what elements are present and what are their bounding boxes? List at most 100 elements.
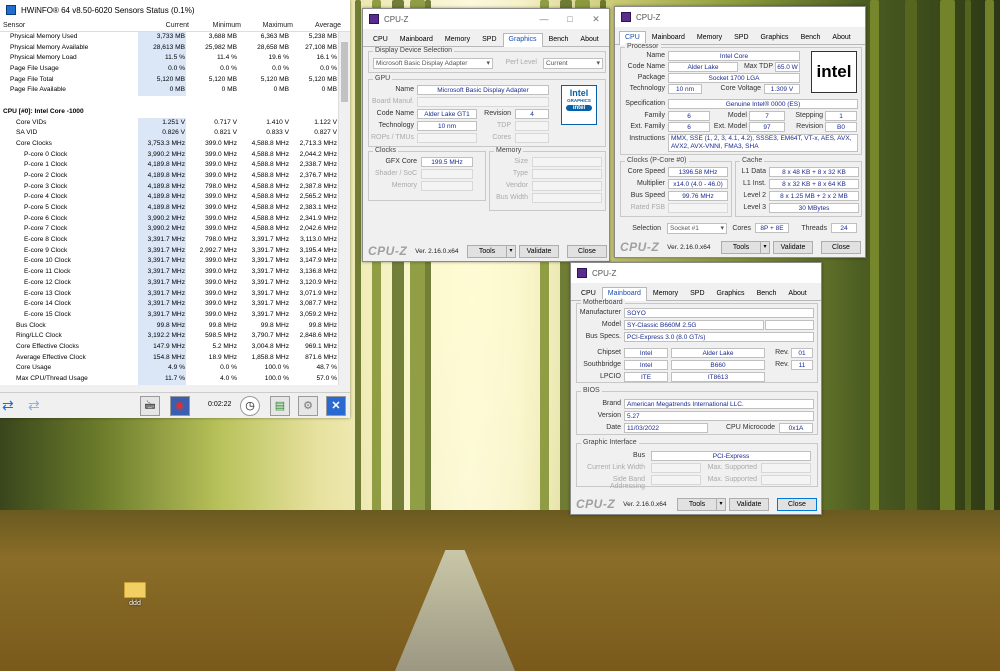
table-row[interactable] <box>0 96 338 107</box>
table-row[interactable]: E-core 13 Clock 3,391.7 MHz 399.0 MHz 3,391… <box>0 288 338 300</box>
hwinfo-scrollbar[interactable] <box>338 32 350 385</box>
close-button[interactable]: Close <box>821 241 861 254</box>
close-icon[interactable]: ✕ <box>583 14 609 25</box>
table-row[interactable]: E-core 10 Clock 3,391.7 MHz 399.0 MHz 3,391… <box>0 256 338 268</box>
table-row[interactable]: P-core 0 Clock 3,990.2 MHz 399.0 MHz 4,588.… <box>0 149 338 161</box>
table-row[interactable]: Physical Memory Used 3,733 MB 3,688 MB 6,36… <box>0 32 338 43</box>
maximize-icon[interactable]: □ <box>557 14 583 25</box>
hwinfo-titlebar[interactable]: HWiNFO® 64 v8.50-6020 Sensors Status (0.… <box>0 0 350 20</box>
table-row[interactable]: Page File Total 5,120 MB 5,120 MB 5,120 MB 5… <box>0 74 338 86</box>
current-link-width-value <box>651 463 701 473</box>
table-row[interactable]: Core VIDs 1.251 V 0.717 V 1.410 V 1.122 V <box>0 117 338 129</box>
table-row[interactable]: Max CPU/Thread Usage 11.7 % 4.0 % 100.0 % 57… <box>0 374 338 385</box>
tab-cpu[interactable]: CPU <box>367 33 394 46</box>
tab-spd[interactable]: SPD <box>476 33 502 46</box>
sensor-name: E-core 8 Clock <box>24 236 68 244</box>
table-row[interactable]: Bus Clock 99.8 MHz 99.8 MHz 99.8 MHz 99.8 MH… <box>0 320 338 332</box>
tools-button[interactable]: Tools <box>721 241 761 254</box>
tab-memory[interactable]: Memory <box>439 33 476 46</box>
table-row[interactable]: Core Usage 4.9 % 0.0 % 100.0 % 48.7 % <box>0 363 338 375</box>
sensor-name: Core Usage <box>16 364 52 372</box>
table-row[interactable]: Average Effective Clock 154.8 MHz 18.9 MHz… <box>0 352 338 364</box>
tab-spd[interactable]: SPD <box>684 287 710 300</box>
table-row[interactable]: E-core 12 Clock 3,391.7 MHz 399.0 MHz 3,391… <box>0 277 338 289</box>
hwinfo-sensor-list[interactable]: Physical Memory Used 3,733 MB 3,688 MB 6,36… <box>0 32 338 385</box>
sensor-name: Physical Memory Load <box>10 54 77 62</box>
report-icon[interactable]: ▤ <box>270 396 290 416</box>
group-label: Processor <box>625 43 661 50</box>
table-row[interactable]: P-core 7 Clock 3,990.2 MHz 399.0 MHz 4,588.… <box>0 224 338 236</box>
table-row[interactable]: P-core 3 Clock 4,189.8 MHz 798.0 MHz 4,588.… <box>0 181 338 193</box>
validate-button[interactable]: Validate <box>729 498 769 511</box>
cpuz-mainboard-titlebar[interactable]: CPU-Z <box>571 263 821 283</box>
table-row[interactable]: E-core 14 Clock 3,391.7 MHz 399.0 MHz 3,391… <box>0 299 338 310</box>
scrollbar-thumb[interactable] <box>341 42 348 102</box>
column-sensor[interactable]: Sensor <box>3 20 141 32</box>
close-button[interactable]: Close <box>567 245 607 258</box>
tab-bench[interactable]: Bench <box>751 287 783 300</box>
table-row[interactable]: P-core 4 Clock 4,189.8 MHz 399.0 MHz 4,588.… <box>0 192 338 204</box>
tab-about[interactable]: About <box>574 33 604 46</box>
tab-bench[interactable]: Bench <box>795 31 827 44</box>
tab-graphics[interactable]: Graphics <box>755 31 795 44</box>
tools-dropdown[interactable]: ▾ <box>506 245 516 258</box>
tools-button[interactable]: Tools <box>467 245 507 258</box>
column-average[interactable]: Average <box>293 20 341 32</box>
tab-mainboard[interactable]: Mainboard <box>394 33 439 46</box>
tab-memory[interactable]: Memory <box>647 287 684 300</box>
table-row[interactable]: Core Effective Clocks 147.9 MHz 5.2 MHz 3,0… <box>0 341 338 353</box>
table-row[interactable]: Core Clocks 3,753.3 MHz 399.0 MHz 4,588.8 M… <box>0 138 338 150</box>
close-x-icon[interactable]: ✕ <box>326 396 346 416</box>
table-row[interactable]: P-core 6 Clock 3,990.2 MHz 399.0 MHz 4,588.… <box>0 213 338 225</box>
minimize-icon[interactable]: — <box>531 14 557 25</box>
tools-button[interactable]: Tools <box>677 498 717 511</box>
cpuz-cpu-titlebar[interactable]: CPU-Z <box>615 7 865 27</box>
chip-icon[interactable]: ◉ <box>170 396 190 416</box>
table-row[interactable]: P-core 2 Clock 4,189.8 MHz 399.0 MHz 4,588.… <box>0 170 338 182</box>
table-row[interactable]: Page File Usage 0.0 % 0.0 % 0.0 % 0.0 % <box>0 64 338 75</box>
table-row[interactable]: E-core 15 Clock 3,391.7 MHz 399.0 MHz 3,391… <box>0 309 338 321</box>
validate-button[interactable]: Validate <box>519 245 559 258</box>
sensor-value: 399.0 MHz <box>205 193 237 201</box>
validate-button[interactable]: Validate <box>773 241 813 254</box>
graphic-interface-group: Graphic Interface Bus PCI-Express Curren… <box>576 439 818 490</box>
table-row[interactable]: Physical Memory Available 28,613 MB 25,982… <box>0 42 338 54</box>
tab-about[interactable]: About <box>782 287 812 300</box>
table-row[interactable]: Ring/LLC Clock 3,192.2 MHz 598.5 MHz 3,790.… <box>0 331 338 342</box>
tab-bench[interactable]: Bench <box>543 33 575 46</box>
sensor-value: 5,120 MB <box>260 75 289 83</box>
column-minimum[interactable]: Minimum <box>189 20 241 32</box>
tools-dropdown[interactable]: ▾ <box>760 241 770 254</box>
sensor-value: 0.826 V <box>138 128 186 139</box>
tools-dropdown[interactable]: ▾ <box>716 498 726 511</box>
tab-spd[interactable]: SPD <box>728 31 754 44</box>
column-maximum[interactable]: Maximum <box>241 20 293 32</box>
table-row[interactable]: Page File Available 0 MB 0 MB 0 MB 0 MB <box>0 85 338 97</box>
socket-select[interactable]: Socket #1 <box>667 223 727 234</box>
column-current[interactable]: Current <box>141 20 189 32</box>
cpuz-graphics-titlebar[interactable]: CPU-Z — □ ✕ <box>363 9 609 29</box>
table-row[interactable]: E-core 9 Clock 3,391.7 MHz 2,992.7 MHz 3,39… <box>0 245 338 257</box>
table-row[interactable]: E-core 8 Clock 3,391.7 MHz 798.0 MHz 3,391.… <box>0 235 338 246</box>
sensor-value: 19.6 % <box>268 54 289 62</box>
tab-graphics[interactable]: Graphics <box>502 33 543 47</box>
table-row[interactable]: SA VID 0.826 V 0.821 V 0.833 V 0.827 V <box>0 128 338 139</box>
table-row[interactable]: Physical Memory Load 11.5 % 11.4 % 19.6 % 16… <box>0 53 338 65</box>
nav-left-right-icon[interactable]: ⇄ <box>2 398 14 412</box>
clock-icon[interactable]: ◷ <box>240 396 260 416</box>
tab-about[interactable]: About <box>826 31 856 44</box>
tab-graphics[interactable]: Graphics <box>711 287 751 300</box>
table-row[interactable]: P-core 1 Clock 4,189.8 MHz 399.0 MHz 4,588.… <box>0 160 338 171</box>
network-icon[interactable]: 🖮 <box>140 396 160 416</box>
settings-gear-icon[interactable]: ⚙ <box>298 396 318 416</box>
desktop-icon-ddd[interactable]: ddd <box>118 582 152 607</box>
device-select[interactable]: Microsoft Basic Display Adapter <box>373 58 493 69</box>
tab-memory[interactable]: Memory <box>691 31 728 44</box>
sensor-name: P-core 4 Clock <box>24 193 68 201</box>
nav-arrows-icon[interactable]: ⇄ <box>28 398 40 412</box>
table-row[interactable]: P-core 5 Clock 4,189.8 MHz 399.0 MHz 4,588.… <box>0 203 338 214</box>
table-row[interactable]: CPU [#0]: Intel Core -1000 <box>0 107 338 118</box>
perf-level-select[interactable]: Current <box>543 58 603 69</box>
close-button[interactable]: Close <box>777 498 817 511</box>
table-row[interactable]: E-core 11 Clock 3,391.7 MHz 399.0 MHz 3,391… <box>0 267 338 278</box>
